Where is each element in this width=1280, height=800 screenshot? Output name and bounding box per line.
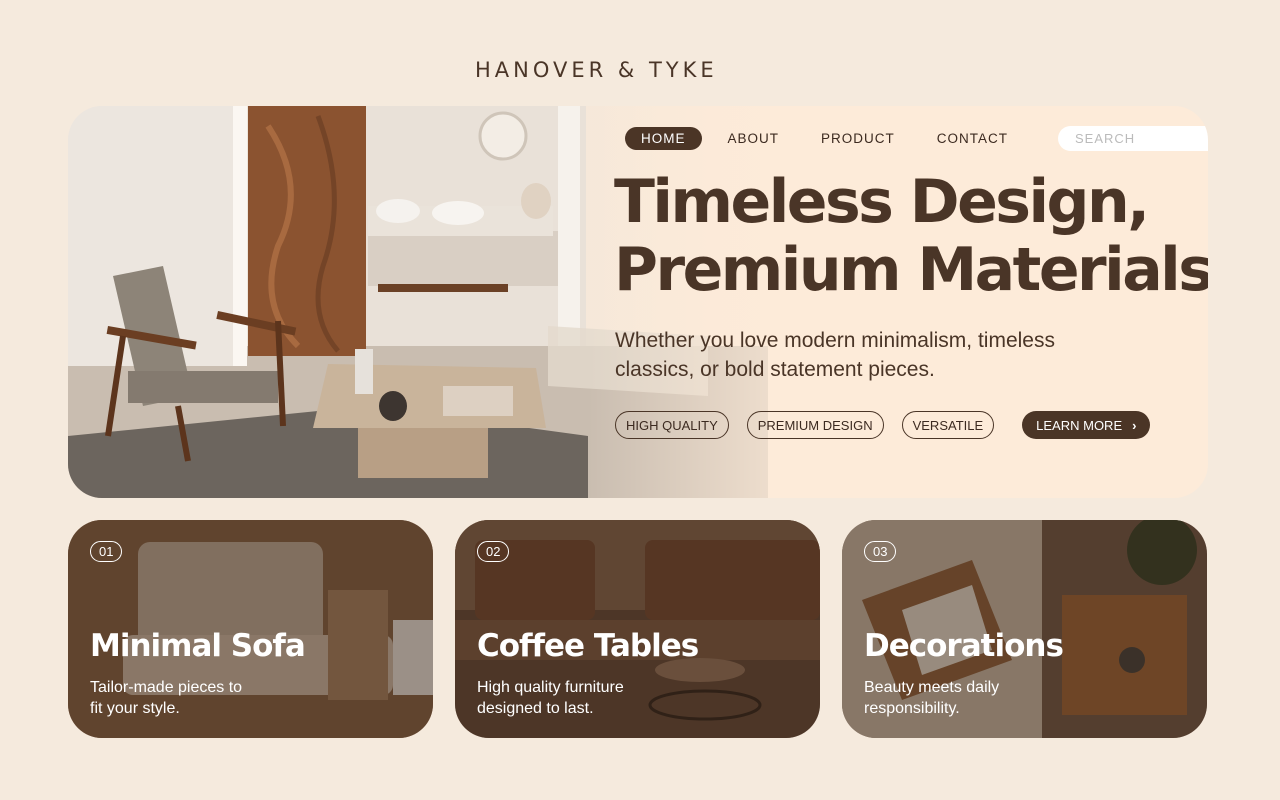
card-number: 03	[864, 541, 897, 562]
card-desc-line2: fit your style.	[90, 700, 180, 717]
search-bar	[1058, 126, 1208, 151]
hero-headline: Timeless Design, Premium Materials	[614, 168, 1208, 304]
learn-more-button[interactable]: LEARN MORE ›	[1022, 411, 1151, 439]
main-nav: HOME ABOUT PRODUCT CONTACT	[625, 126, 1034, 150]
card-minimal-sofa[interactable]: 01 Minimal Sofa Tailor-made pieces to fi…	[68, 520, 433, 738]
card-desc-line2: responsibility.	[864, 700, 960, 717]
hero-headline-line1: Timeless Design,	[614, 167, 1150, 237]
nav-contact[interactable]: CONTACT	[921, 127, 1024, 150]
card-desc-line1: Tailor-made pieces to	[90, 679, 243, 696]
card-description: High quality furniture designed to last.	[477, 677, 677, 719]
card-title: Minimal Sofa	[90, 628, 306, 664]
card-coffee-tables[interactable]: 02 Coffee Tables High quality furniture …	[455, 520, 820, 738]
hero-tags: HIGH QUALITY PREMIUM DESIGN VERSATILE LE…	[615, 411, 1151, 439]
brand-logo: HANOVER & TYKE	[475, 58, 718, 82]
card-title: Coffee Tables	[477, 628, 699, 664]
nav-product[interactable]: PRODUCT	[805, 127, 911, 150]
card-desc-line2: designed to last.	[477, 700, 594, 717]
nav-about[interactable]: ABOUT	[712, 127, 796, 150]
card-desc-line1: High quality furniture	[477, 679, 624, 696]
category-cards: 01 Minimal Sofa Tailor-made pieces to fi…	[68, 520, 1207, 738]
card-number: 01	[90, 541, 123, 562]
hero-subtext: Whether you love modern minimalism, time…	[615, 329, 1055, 381]
card-number: 02	[477, 541, 510, 562]
card-desc-line1: Beauty meets daily	[864, 679, 1000, 696]
tag-premium-design[interactable]: PREMIUM DESIGN	[746, 411, 884, 439]
hero-section: HOME ABOUT PRODUCT CONTACT Timeless Desi…	[68, 106, 1208, 498]
card-decorations[interactable]: 03 Decorations Beauty meets daily respon…	[842, 520, 1207, 738]
card-description: Tailor-made pieces to fit your style.	[90, 677, 290, 719]
learn-more-label: LEARN MORE	[1036, 418, 1123, 433]
search-input[interactable]	[1073, 130, 1208, 147]
tag-versatile[interactable]: VERSATILE	[901, 411, 995, 439]
card-description: Beauty meets daily responsibility.	[864, 677, 1064, 719]
chevron-right-icon: ›	[1132, 418, 1137, 433]
hero-headline-line2: Premium Materials	[614, 235, 1208, 305]
card-title: Decorations	[864, 628, 1064, 664]
tag-high-quality[interactable]: HIGH QUALITY	[615, 411, 729, 439]
nav-home[interactable]: HOME	[625, 126, 702, 150]
